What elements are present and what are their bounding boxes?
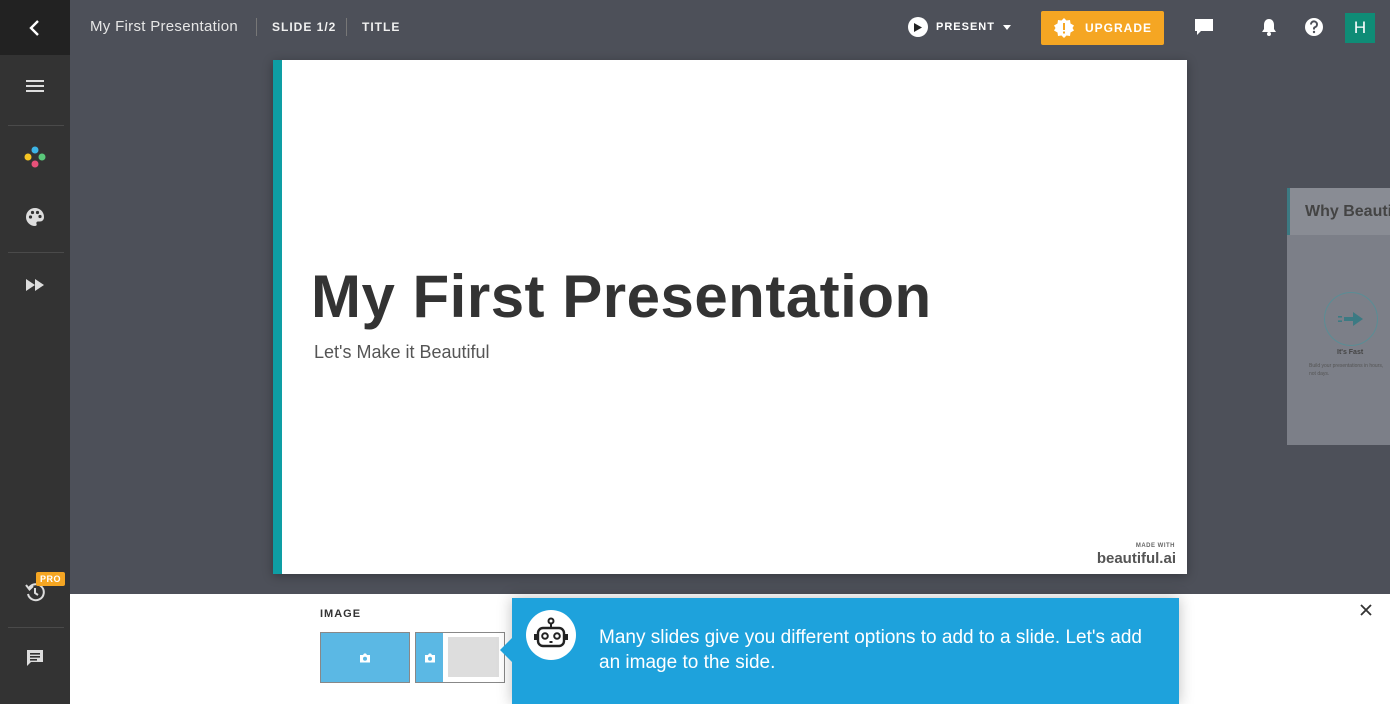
user-avatar[interactable]: H <box>1345 13 1375 43</box>
tooltip-message: Many slides give you different options t… <box>599 627 1143 673</box>
back-button[interactable] <box>0 0 70 55</box>
help-icon <box>1305 18 1323 36</box>
slide-canvas[interactable]: My First Presentation Let's Make it Beau… <box>273 60 1187 574</box>
comments-button[interactable] <box>0 630 70 686</box>
sidebar-divider <box>8 125 64 126</box>
chat-icon <box>1195 19 1213 35</box>
side-image-area <box>416 633 443 682</box>
upgrade-button[interactable]: UPGRADE <box>1041 11 1164 45</box>
arrow-right-icon <box>1338 312 1363 326</box>
help-button[interactable] <box>1303 16 1325 38</box>
slide-title[interactable]: My First Presentation <box>311 262 932 331</box>
bell-icon <box>1262 19 1276 36</box>
robot-icon <box>534 617 568 648</box>
chevron-left-icon <box>29 19 39 36</box>
notifications-button[interactable] <box>1258 16 1280 38</box>
made-with-label: MADE WITH <box>1135 543 1175 549</box>
upgrade-label: UPGRADE <box>1084 21 1152 35</box>
sidebar-divider <box>8 252 64 253</box>
pro-badge: PRO <box>36 572 66 586</box>
left-sidebar: PRO <box>0 0 70 704</box>
preview-caption: It's Fast <box>1337 349 1364 356</box>
speech-bubble-icon <box>27 650 43 666</box>
top-separator <box>346 18 347 36</box>
fast-forward-icon <box>26 279 44 291</box>
image-option-side[interactable] <box>415 632 505 683</box>
sidebar-divider <box>8 627 64 628</box>
comments-toggle-button[interactable] <box>1193 16 1215 38</box>
present-button[interactable]: PRESENT <box>908 17 1011 37</box>
tooltip-arrow <box>500 638 512 662</box>
image-section-label: IMAGE <box>320 608 362 620</box>
robot-avatar <box>526 610 576 660</box>
preview-circle <box>1324 292 1378 346</box>
slide-subtitle[interactable]: Let's Make it Beautiful <box>314 342 490 363</box>
preview-accent-bar <box>1287 188 1290 235</box>
onboarding-tooltip: Many slides give you different options t… <box>500 598 1179 704</box>
camera-icon <box>424 653 435 662</box>
top-separator <box>256 18 257 36</box>
close-icon <box>1360 604 1372 616</box>
colored-dots-icon <box>24 146 46 168</box>
preview-header: Why Beautiful.ai <box>1287 188 1390 235</box>
play-icon <box>908 17 928 37</box>
close-panel-button[interactable] <box>1360 600 1372 621</box>
camera-icon <box>360 653 370 662</box>
top-bar: My First Presentation SLIDE 1/2 TITLE PR… <box>70 0 1390 55</box>
theme-button[interactable] <box>0 189 70 245</box>
add-slide-button[interactable] <box>0 129 70 185</box>
image-option-full[interactable] <box>320 632 410 683</box>
slide-counter: SLIDE 1/2 <box>272 20 337 34</box>
next-slide-preview[interactable]: Why Beautiful.ai It's Fast Build your pr… <box>1287 188 1390 445</box>
hamburger-icon <box>26 80 44 92</box>
preview-title: Why Beautiful.ai <box>1305 203 1390 220</box>
menu-button[interactable] <box>0 58 70 114</box>
presentation-title[interactable]: My First Presentation <box>90 18 238 35</box>
palette-icon <box>26 207 45 226</box>
caret-down-icon <box>1002 24 1011 30</box>
side-content-area <box>448 637 499 677</box>
slide-accent-bar <box>273 60 282 574</box>
slide-layout-label: TITLE <box>362 20 401 34</box>
present-label: PRESENT <box>936 21 995 33</box>
animate-button[interactable] <box>0 257 70 313</box>
preview-body-text: Build your presentations in hours, not d… <box>1309 363 1384 377</box>
beautiful-ai-logo: beautiful.ai <box>1096 550 1176 567</box>
alert-badge-icon <box>1053 18 1074 38</box>
